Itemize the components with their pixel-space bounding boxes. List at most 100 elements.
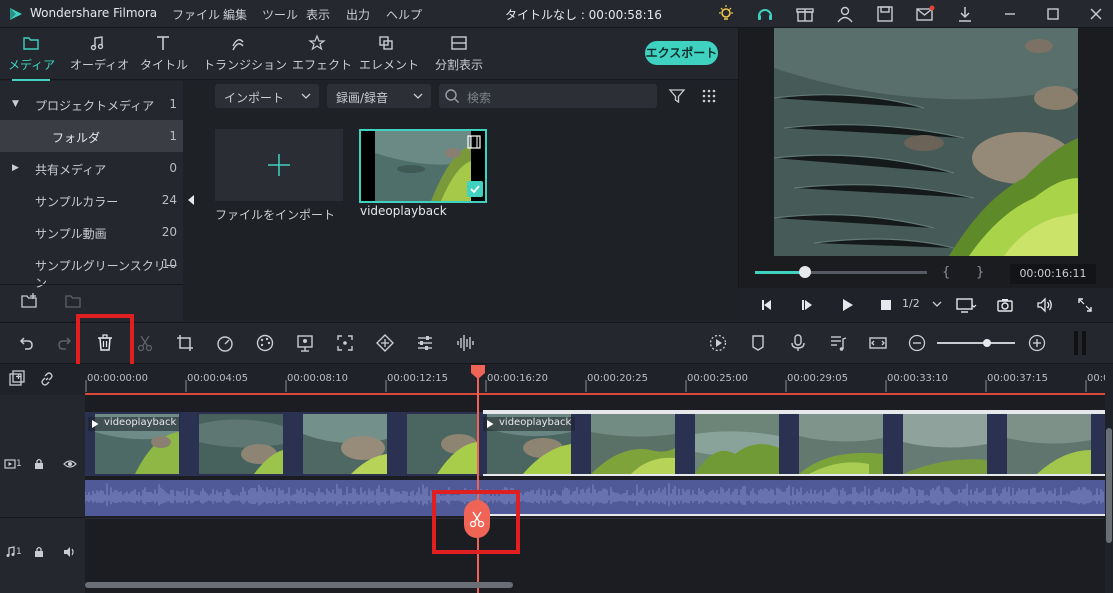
playhead-handle[interactable]: [470, 364, 486, 380]
display-icon[interactable]: [955, 296, 977, 314]
tree-sample-colors[interactable]: サンプルカラー 24: [0, 184, 183, 216]
account-icon[interactable]: [835, 4, 855, 24]
volume-icon[interactable]: [1036, 296, 1054, 314]
tree-project-media[interactable]: ▼ プロジェクトメディア 1: [0, 88, 183, 120]
clip-label-2: videoplayback: [483, 417, 576, 431]
chevron-down-icon: [413, 93, 423, 99]
undo-icon[interactable]: [16, 333, 36, 353]
menu-file[interactable]: ファイル: [172, 6, 220, 23]
clip-label-1: videoplayback: [88, 417, 181, 431]
split-at-playhead-button[interactable]: [464, 500, 490, 538]
next-frame-icon[interactable]: [798, 296, 816, 314]
keyframe-icon[interactable]: [375, 333, 395, 353]
elements-icon: [379, 36, 393, 50]
download-icon[interactable]: [955, 4, 975, 24]
tab-audio[interactable]: オーディオ: [70, 32, 129, 76]
audio-waveform-icon[interactable]: [455, 333, 475, 353]
close-icon[interactable]: [1086, 4, 1106, 24]
vertical-scrollbar[interactable]: [1106, 428, 1112, 543]
crop-icon[interactable]: [175, 333, 195, 353]
collapse-arrow-icon[interactable]: ▶: [12, 163, 19, 173]
snapshot-camera-icon[interactable]: [996, 296, 1014, 314]
render-preview-icon[interactable]: [708, 333, 728, 353]
menu-output[interactable]: 出力: [346, 6, 370, 23]
chevron-down-icon[interactable]: [932, 300, 942, 308]
fullscreen-icon[interactable]: [1076, 296, 1094, 314]
gift-icon[interactable]: [795, 4, 815, 24]
expand-arrow-icon[interactable]: ▼: [12, 99, 19, 109]
record-dropdown[interactable]: 録画/録音: [327, 84, 431, 108]
play-icon[interactable]: [838, 296, 856, 314]
grid-view-icon[interactable]: [700, 87, 718, 105]
prev-frame-icon[interactable]: [758, 296, 776, 314]
tree-sample-video[interactable]: サンプル動画 20: [0, 216, 183, 248]
mail-icon[interactable]: [915, 4, 935, 24]
tab-titles[interactable]: タイトル: [140, 32, 188, 76]
preview-video[interactable]: [774, 28, 1078, 256]
menu-tools[interactable]: ツール: [262, 6, 298, 23]
tree-shared-media[interactable]: ▶ 共有メディア 0: [0, 152, 183, 184]
playback-speed[interactable]: 1/2: [902, 297, 920, 310]
speed-gauge-icon[interactable]: [215, 333, 235, 353]
tab-transitions[interactable]: トランジション: [203, 32, 287, 76]
collapse-left-icon[interactable]: [186, 194, 196, 206]
ruler-tick-label: 00:00:00:00: [87, 373, 149, 384]
mark-in-icon[interactable]: {: [942, 265, 950, 280]
menu-edit[interactable]: 編集: [223, 6, 247, 23]
clip-frame: [591, 414, 675, 474]
maximize-icon[interactable]: [1043, 4, 1063, 24]
lock-icon[interactable]: [33, 545, 45, 558]
microphone-icon[interactable]: [788, 333, 808, 353]
new-folder-icon[interactable]: [20, 292, 40, 310]
import-dropdown[interactable]: インポート: [215, 84, 319, 108]
zoom-slider-track[interactable]: [937, 342, 1015, 344]
music-note-icon: [90, 36, 104, 51]
clip-frame: [903, 414, 987, 474]
preview-progress-handle[interactable]: [799, 266, 811, 278]
ruler-tick-label: 00:00:29:05: [787, 373, 849, 384]
tree-folder[interactable]: フォルダ 1: [0, 120, 183, 152]
split-scissors-icon[interactable]: [135, 333, 155, 353]
redo-icon[interactable]: [55, 333, 75, 353]
audio-mixer-icon[interactable]: [828, 333, 848, 353]
lock-icon[interactable]: [33, 457, 45, 470]
track-headers: [0, 395, 85, 593]
zoom-in-icon[interactable]: [1027, 333, 1047, 353]
link-icon[interactable]: [38, 370, 56, 388]
add-track-icon[interactable]: [8, 370, 26, 388]
marker-icon[interactable]: [748, 333, 768, 353]
import-media-label: ファイルをインポート: [215, 208, 336, 222]
tree-sample-greenscreen[interactable]: サンプルグリーンスクリーン 10: [0, 248, 183, 290]
adjust-sliders-icon[interactable]: [415, 333, 435, 353]
import-media-tile[interactable]: [215, 129, 343, 201]
tab-elements[interactable]: エレメント: [359, 32, 419, 76]
tab-split-screen[interactable]: 分割表示: [432, 32, 486, 76]
tab-effects[interactable]: エフェクト: [292, 32, 352, 76]
menu-help[interactable]: ヘルプ: [386, 6, 422, 23]
clip-frame: [799, 414, 883, 474]
media-thumbnail-videoplayback[interactable]: [359, 129, 487, 203]
speaker-icon[interactable]: [63, 546, 77, 558]
headset-icon[interactable]: [755, 4, 775, 24]
green-screen-icon[interactable]: [295, 333, 315, 353]
color-palette-icon[interactable]: [255, 333, 275, 353]
zoom-slider-handle[interactable]: [983, 339, 991, 347]
export-button[interactable]: エクスポート: [645, 41, 718, 65]
fit-timeline-icon[interactable]: [868, 333, 888, 353]
stop-icon[interactable]: [877, 296, 895, 314]
delete-trash-icon[interactable]: [95, 333, 115, 353]
track-divider: [85, 518, 1105, 519]
horizontal-scrollbar[interactable]: [85, 582, 513, 588]
lightbulb-icon[interactable]: [716, 4, 736, 24]
tab-media[interactable]: メディア: [8, 32, 55, 81]
filter-icon[interactable]: [668, 87, 686, 105]
zoom-out-icon[interactable]: [907, 333, 927, 353]
mark-out-icon[interactable]: }: [976, 265, 984, 280]
menu-view[interactable]: 表示: [306, 6, 330, 23]
motion-tracking-icon[interactable]: [335, 333, 355, 353]
eye-icon[interactable]: [63, 458, 77, 470]
remove-folder-icon[interactable]: [64, 292, 84, 310]
save-icon[interactable]: [875, 4, 895, 24]
minimize-icon[interactable]: [1000, 4, 1020, 24]
pause-bar-left: [1074, 331, 1078, 355]
